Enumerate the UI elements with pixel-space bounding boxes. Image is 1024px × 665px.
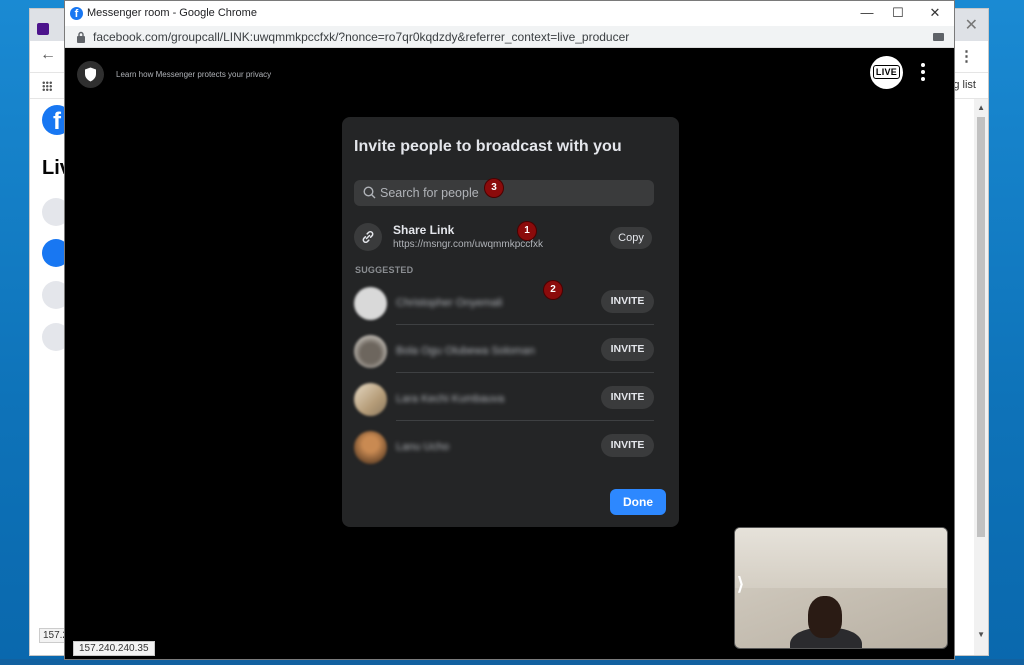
search-icon xyxy=(363,186,376,199)
live-badge-label: LIVE xyxy=(872,65,901,79)
lock-icon xyxy=(77,31,85,43)
person-name: Bola Ogu Olubewa Soloman xyxy=(396,345,535,357)
chrome-menu-icon[interactable]: ⋮ xyxy=(959,47,974,65)
row-divider xyxy=(396,420,654,421)
minimize-button[interactable]: — xyxy=(852,4,882,22)
annotation-marker-3: 3 xyxy=(485,179,503,197)
invite-button[interactable]: INVITE xyxy=(601,386,654,409)
close-button[interactable]: ✕ xyxy=(920,4,950,22)
person-name: Lanu Ucho xyxy=(396,441,450,453)
search-people-input[interactable] xyxy=(380,180,644,206)
dialog-title: Invite people to broadcast with you xyxy=(354,138,622,155)
camera-in-use-icon[interactable] xyxy=(933,33,944,41)
row-divider xyxy=(396,372,654,373)
privacy-shield-button[interactable] xyxy=(77,61,104,88)
window-title: Messenger room - Google Chrome xyxy=(87,7,257,19)
suggested-heading: SUGGESTED xyxy=(355,265,414,275)
annotation-marker-1: 1 xyxy=(518,222,536,240)
share-link-url[interactable]: https://msngr.com/uwqmmkpccfxk xyxy=(393,239,543,250)
self-video-preview[interactable]: ⟩ xyxy=(734,527,948,649)
video-background xyxy=(735,528,947,588)
scroll-down-arrow-icon[interactable]: ▼ xyxy=(977,630,985,639)
video-person-head xyxy=(808,596,842,638)
fedex-favicon-icon xyxy=(37,23,49,35)
copy-link-button[interactable]: Copy xyxy=(610,227,652,249)
expand-chevron-icon[interactable]: ⟩ xyxy=(737,574,744,595)
link-icon xyxy=(362,231,374,243)
maximize-button[interactable]: ☐ xyxy=(883,4,913,22)
share-link-icon-wrap xyxy=(354,223,382,251)
invite-dialog: Invite people to broadcast with you Shar… xyxy=(342,117,679,527)
background-close-icon[interactable]: ✕ xyxy=(965,15,978,35)
avatar xyxy=(354,287,387,320)
suggested-person-row: Bola Ogu Olubewa Soloman INVITE xyxy=(354,335,654,383)
background-scrollbar-thumb[interactable] xyxy=(977,117,985,537)
page-url[interactable]: facebook.com/groupcall/LINK:uwqmmkpccfxk… xyxy=(93,30,629,44)
messenger-room-window: f Messenger room - Google Chrome — ☐ ✕ f… xyxy=(64,0,955,660)
search-box[interactable] xyxy=(354,180,654,206)
live-status-badge[interactable]: LIVE xyxy=(870,56,903,89)
privacy-link[interactable]: Learn how Messenger protects your privac… xyxy=(116,70,271,79)
scroll-up-arrow-icon[interactable]: ▲ xyxy=(977,103,985,112)
person-name: Lara Kechi Kumbauva xyxy=(396,393,505,405)
suggested-person-row: Lara Kechi Kumbauva INVITE xyxy=(354,383,654,431)
avatar xyxy=(354,383,387,416)
address-bar[interactable]: facebook.com/groupcall/LINK:uwqmmkpccfxk… xyxy=(65,26,954,48)
messenger-room-content: Learn how Messenger protects your privac… xyxy=(65,49,954,659)
window-titlebar: f Messenger room - Google Chrome — ☐ ✕ xyxy=(65,1,954,26)
avatar xyxy=(354,335,387,368)
shield-icon xyxy=(85,67,96,82)
back-arrow-icon[interactable]: ← xyxy=(40,46,56,64)
row-divider xyxy=(396,324,654,325)
annotation-marker-2: 2 xyxy=(544,281,562,299)
facebook-favicon-icon: f xyxy=(70,7,83,20)
invite-button[interactable]: INVITE xyxy=(601,338,654,361)
share-link-title: Share Link xyxy=(393,223,455,237)
reading-list-link[interactable]: g list xyxy=(953,79,976,91)
apps-grid-icon[interactable] xyxy=(42,81,52,91)
invite-button[interactable]: INVITE xyxy=(601,290,654,313)
done-button[interactable]: Done xyxy=(610,489,666,515)
suggested-person-row: Lanu Ucho INVITE xyxy=(354,431,654,479)
invite-button[interactable]: INVITE xyxy=(601,434,654,457)
more-options-icon[interactable] xyxy=(921,63,927,83)
person-name: Christopher Onyemali xyxy=(396,297,503,309)
status-bar-url: 157.240.240.35 xyxy=(73,641,155,656)
avatar xyxy=(354,431,387,464)
suggested-person-row: Christopher Onyemali INVITE xyxy=(354,287,654,335)
